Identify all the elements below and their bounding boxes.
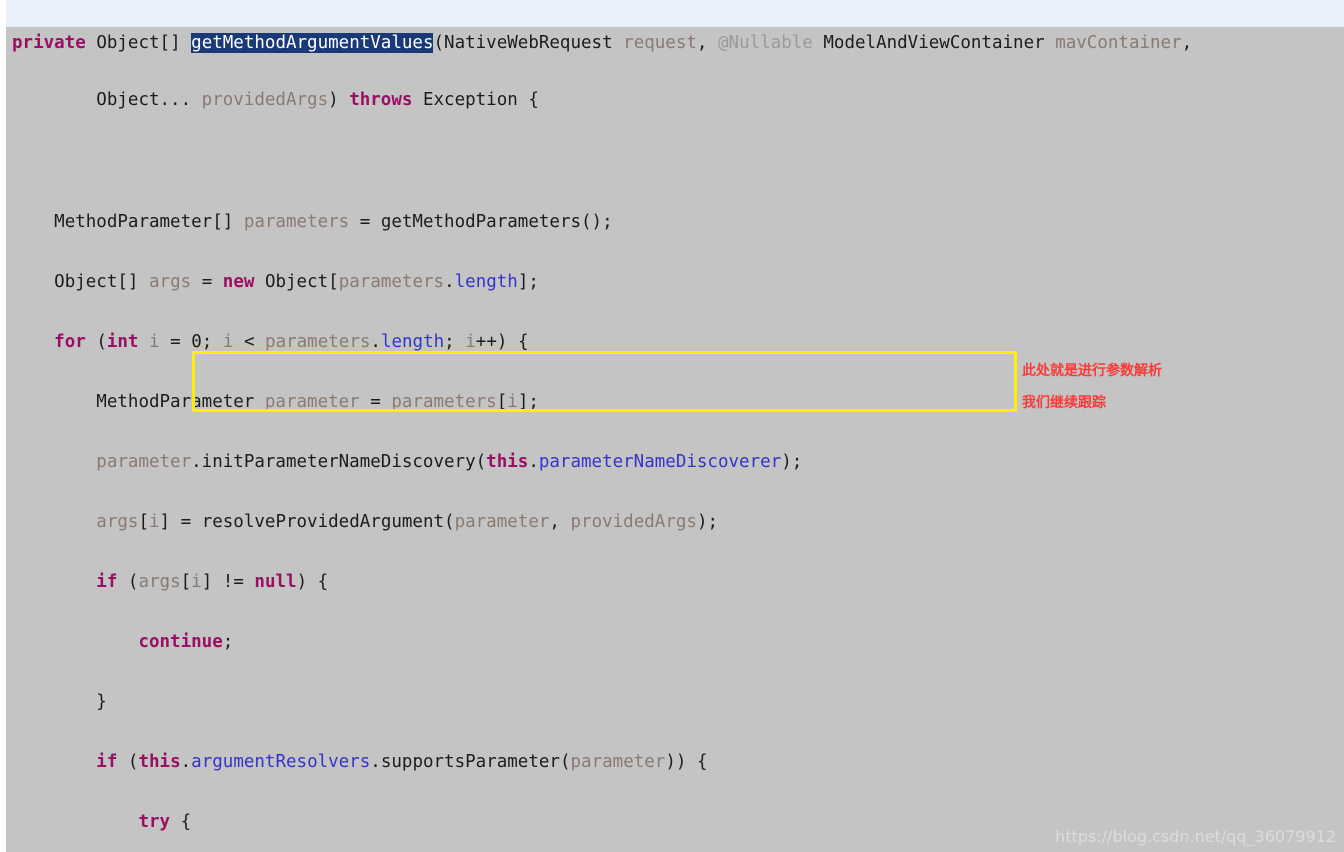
code-line[interactable]: args[i] = resolveProvidedArgument(parame… — [6, 507, 1344, 537]
watermark-url: https://blog.csdn.net/qq_36079912 — [1055, 827, 1336, 846]
code-line[interactable] — [6, 147, 1344, 177]
annotation-text-parse-arguments: 此处就是进行参数解析 — [1022, 363, 1162, 379]
code-line[interactable]: for (int i = 0; i < parameters.length; i… — [6, 327, 1344, 357]
code-line[interactable]: } — [6, 687, 1344, 717]
code-line[interactable]: parameter.initParameterNameDiscovery(thi… — [6, 447, 1344, 477]
code-line[interactable]: if (args[i] != null) { — [6, 567, 1344, 597]
source-code-block[interactable]: private Object[] getMethodArgumentValues… — [6, 0, 1344, 852]
selected-token[interactable]: getMethodArgumentValues — [191, 33, 434, 53]
code-line[interactable]: private Object[] getMethodArgumentValues… — [6, 30, 1344, 57]
annotation-text-keep-tracing: 我们继续跟踪 — [1022, 395, 1106, 411]
code-line[interactable]: continue; — [6, 627, 1344, 657]
code-editor-screenshot: private Object[] getMethodArgumentValues… — [0, 0, 1344, 852]
code-line[interactable]: MethodParameter parameter = parameters[i… — [6, 387, 1344, 417]
code-line[interactable]: MethodParameter[] parameters = getMethod… — [6, 207, 1344, 237]
code-line[interactable]: if (this.argumentResolvers.supportsParam… — [6, 747, 1344, 777]
code-line[interactable]: Object... providedArgs) throws Exception… — [6, 87, 1344, 117]
code-line[interactable]: Object[] args = new Object[parameters.le… — [6, 267, 1344, 297]
